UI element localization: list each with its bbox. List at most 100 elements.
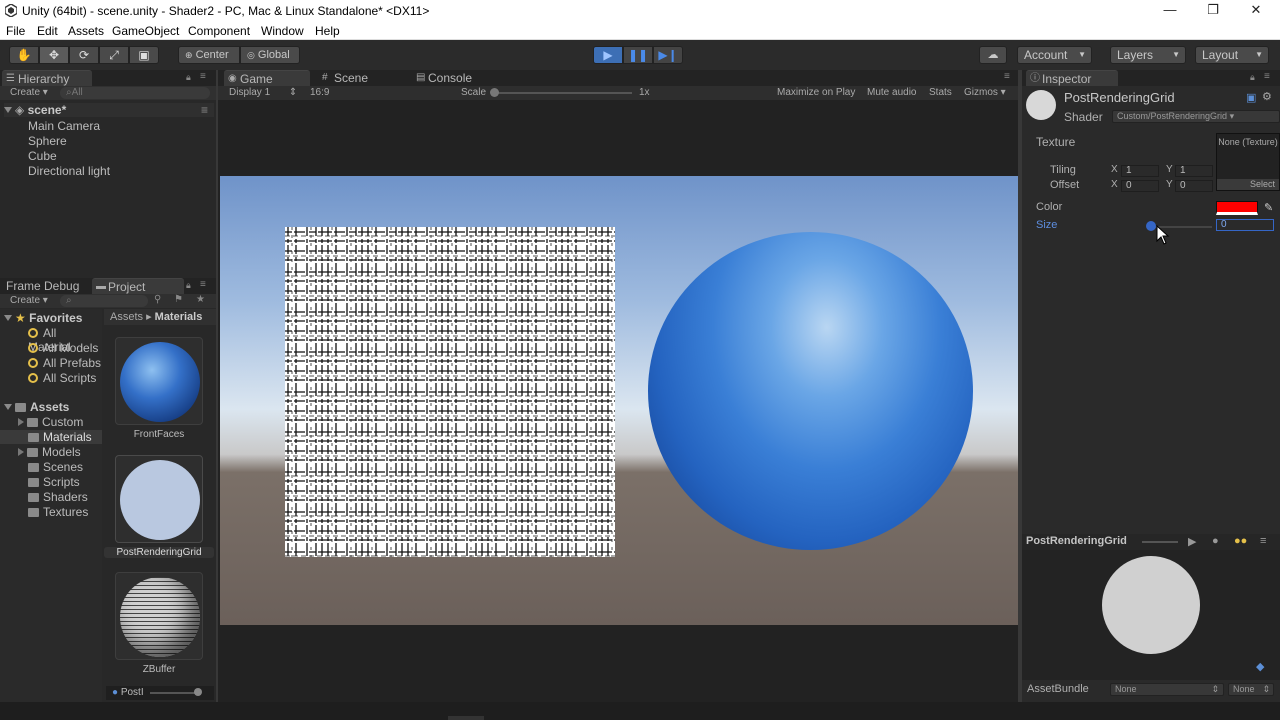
assetbundle-name-dropdown[interactable]: None ⇕ (1110, 683, 1224, 696)
minimize-button[interactable]: — (1150, 0, 1190, 22)
material-preview[interactable]: ◆ (1022, 550, 1280, 680)
breadcrumb-current[interactable]: Materials (155, 311, 203, 323)
tab-game[interactable]: ◉ Game (224, 70, 310, 86)
menu-gameobject[interactable]: GameObject (112, 24, 179, 38)
menu-file[interactable]: File (6, 24, 25, 38)
hierarchy-item[interactable]: Main Camera (28, 119, 100, 133)
assets-header[interactable]: Assets (4, 400, 69, 414)
mute-audio-toggle[interactable]: Mute audio (867, 87, 916, 98)
menu-component[interactable]: Component (188, 24, 250, 38)
tab-frame-debug[interactable]: Frame Debug (0, 278, 90, 294)
help-book-icon[interactable]: ▣ (1246, 91, 1256, 104)
cloud-button[interactable]: ☁ (979, 46, 1007, 64)
project-search-input[interactable]: ⌕ (60, 295, 148, 307)
scale-slider-thumb[interactable] (490, 88, 499, 97)
tiling-y-input[interactable]: 1 (1175, 165, 1213, 177)
lock-icon[interactable]: 🔒︎ (186, 72, 191, 83)
folder-item[interactable]: Custom (18, 415, 83, 429)
tiling-x-input[interactable]: 1 (1121, 165, 1159, 177)
shader-dropdown[interactable]: Custom/PostRenderingGrid ▾ (1112, 110, 1280, 123)
lock-icon[interactable]: 🔒︎ (186, 280, 191, 291)
scale-slider[interactable] (492, 92, 632, 94)
favorite-item[interactable]: All Scripts (28, 371, 96, 385)
preview-play-icon[interactable]: ▶ (1188, 535, 1196, 548)
folder-item[interactable]: Shaders (28, 490, 88, 504)
folder-item[interactable]: Models (18, 445, 81, 459)
folder-item[interactable]: Scripts (28, 475, 80, 489)
folder-item-selected[interactable]: Materials (0, 430, 102, 444)
game-viewport[interactable] (220, 176, 1018, 625)
tab-console[interactable]: ▤ Console (412, 70, 498, 86)
menu-edit[interactable]: Edit (37, 24, 58, 38)
resize-handle[interactable] (448, 716, 484, 720)
texture-slot[interactable]: None (Texture) Select (1216, 133, 1280, 191)
hierarchy-item[interactable]: Directional light (28, 164, 110, 178)
space-toggle-button[interactable]: ◎ Global (240, 46, 300, 64)
preview-sphere-icon[interactable]: ● (1212, 535, 1219, 547)
offset-x-input[interactable]: 0 (1121, 180, 1159, 192)
lock-icon[interactable]: 🔒︎ (1250, 72, 1255, 83)
scene-root[interactable]: ◈ scene* ≡ (4, 103, 214, 117)
hand-tool-icon[interactable]: ✋ (9, 46, 39, 64)
gear-icon[interactable]: ⚙ (1262, 90, 1272, 103)
close-button[interactable]: ✕ (1236, 0, 1276, 22)
tab-scene[interactable]: # Scene (318, 70, 404, 86)
texture-select-button[interactable]: Select (1217, 179, 1279, 190)
hierarchy-search-input[interactable]: ⌕All (60, 87, 210, 99)
color-swatch[interactable] (1216, 201, 1258, 215)
pivot-toggle-button[interactable]: ⊕ Center (178, 46, 240, 64)
hierarchy-item[interactable]: Cube (28, 149, 57, 163)
move-tool-icon[interactable]: ✥ (39, 46, 69, 64)
favorite-item[interactable]: All Prefabs (28, 356, 101, 370)
aspect-dropdown[interactable]: 16:9 (310, 87, 329, 98)
hierarchy-create-button[interactable]: Create ▾ (10, 87, 48, 98)
slider-thumb[interactable] (194, 688, 202, 696)
breadcrumb-root[interactable]: Assets (110, 311, 143, 323)
size-slider-thumb[interactable] (1146, 221, 1156, 231)
project-create-button[interactable]: Create ▾ (10, 295, 48, 306)
panel-menu-icon[interactable]: ≡ (200, 279, 206, 290)
menu-assets[interactable]: Assets (68, 24, 104, 38)
tag-icon[interactable]: ◆ (1256, 660, 1264, 673)
menu-window[interactable]: Window (261, 24, 304, 38)
folder-item[interactable]: Textures (28, 505, 88, 519)
preview-light-icon[interactable]: ●● (1234, 535, 1247, 547)
step-button[interactable]: ▶❙ (653, 46, 683, 64)
thumbnail-size-slider[interactable] (150, 692, 200, 694)
tab-hierarchy[interactable]: ☰ Hierarchy (2, 70, 92, 86)
pause-button[interactable]: ❚❚ (623, 46, 653, 64)
eyedropper-icon[interactable]: ✎ (1264, 201, 1273, 214)
layers-dropdown[interactable]: Layers ▼ (1110, 46, 1186, 64)
menu-help[interactable]: Help (315, 24, 340, 38)
folder-item[interactable]: Scenes (28, 460, 83, 474)
tab-inspector[interactable]: ⓘ Inspector (1026, 70, 1118, 86)
rect-tool-icon[interactable]: ▣ (129, 46, 159, 64)
maximize-on-play-toggle[interactable]: Maximize on Play (777, 87, 855, 98)
favorite-item[interactable]: All Models (28, 341, 98, 355)
panel-menu-icon[interactable]: ≡ (1264, 71, 1270, 82)
tab-project[interactable]: ▬ Project (92, 278, 184, 294)
filter-type-icon[interactable]: ⚲ (154, 294, 161, 305)
panel-menu-icon[interactable]: ≡ (1260, 535, 1266, 547)
hierarchy-item[interactable]: Sphere (28, 134, 67, 148)
panel-menu-icon[interactable]: ≡ (200, 71, 206, 82)
account-dropdown[interactable]: Account ▼ (1017, 46, 1092, 64)
filter-label-icon[interactable]: ⚑ (174, 294, 183, 305)
display-dropdown[interactable]: Display 1 ⇕ (229, 87, 297, 98)
favorites-header[interactable]: ★ Favorites (4, 311, 82, 325)
scene-menu-icon[interactable]: ≡ (201, 103, 208, 117)
assetbundle-variant-dropdown[interactable]: None ⇕ (1228, 683, 1274, 696)
size-input[interactable]: 0 (1216, 219, 1274, 231)
favorite-star-icon[interactable]: ★ (196, 294, 205, 305)
rotate-tool-icon[interactable]: ⟳ (69, 46, 99, 64)
panel-menu-icon[interactable]: ≡ (1004, 71, 1010, 82)
layout-dropdown[interactable]: Layout ▼ (1195, 46, 1269, 64)
play-button[interactable]: ▶ (593, 46, 623, 64)
scale-tool-icon[interactable]: ⤢ (99, 46, 129, 64)
offset-y-input[interactable]: 0 (1175, 180, 1213, 192)
stats-toggle[interactable]: Stats (929, 87, 952, 98)
gizmos-dropdown[interactable]: Gizmos ▾ (964, 87, 1006, 98)
material-thumbnail[interactable] (115, 337, 203, 425)
material-thumbnail[interactable] (115, 572, 203, 660)
material-thumbnail-selected[interactable] (115, 455, 203, 543)
